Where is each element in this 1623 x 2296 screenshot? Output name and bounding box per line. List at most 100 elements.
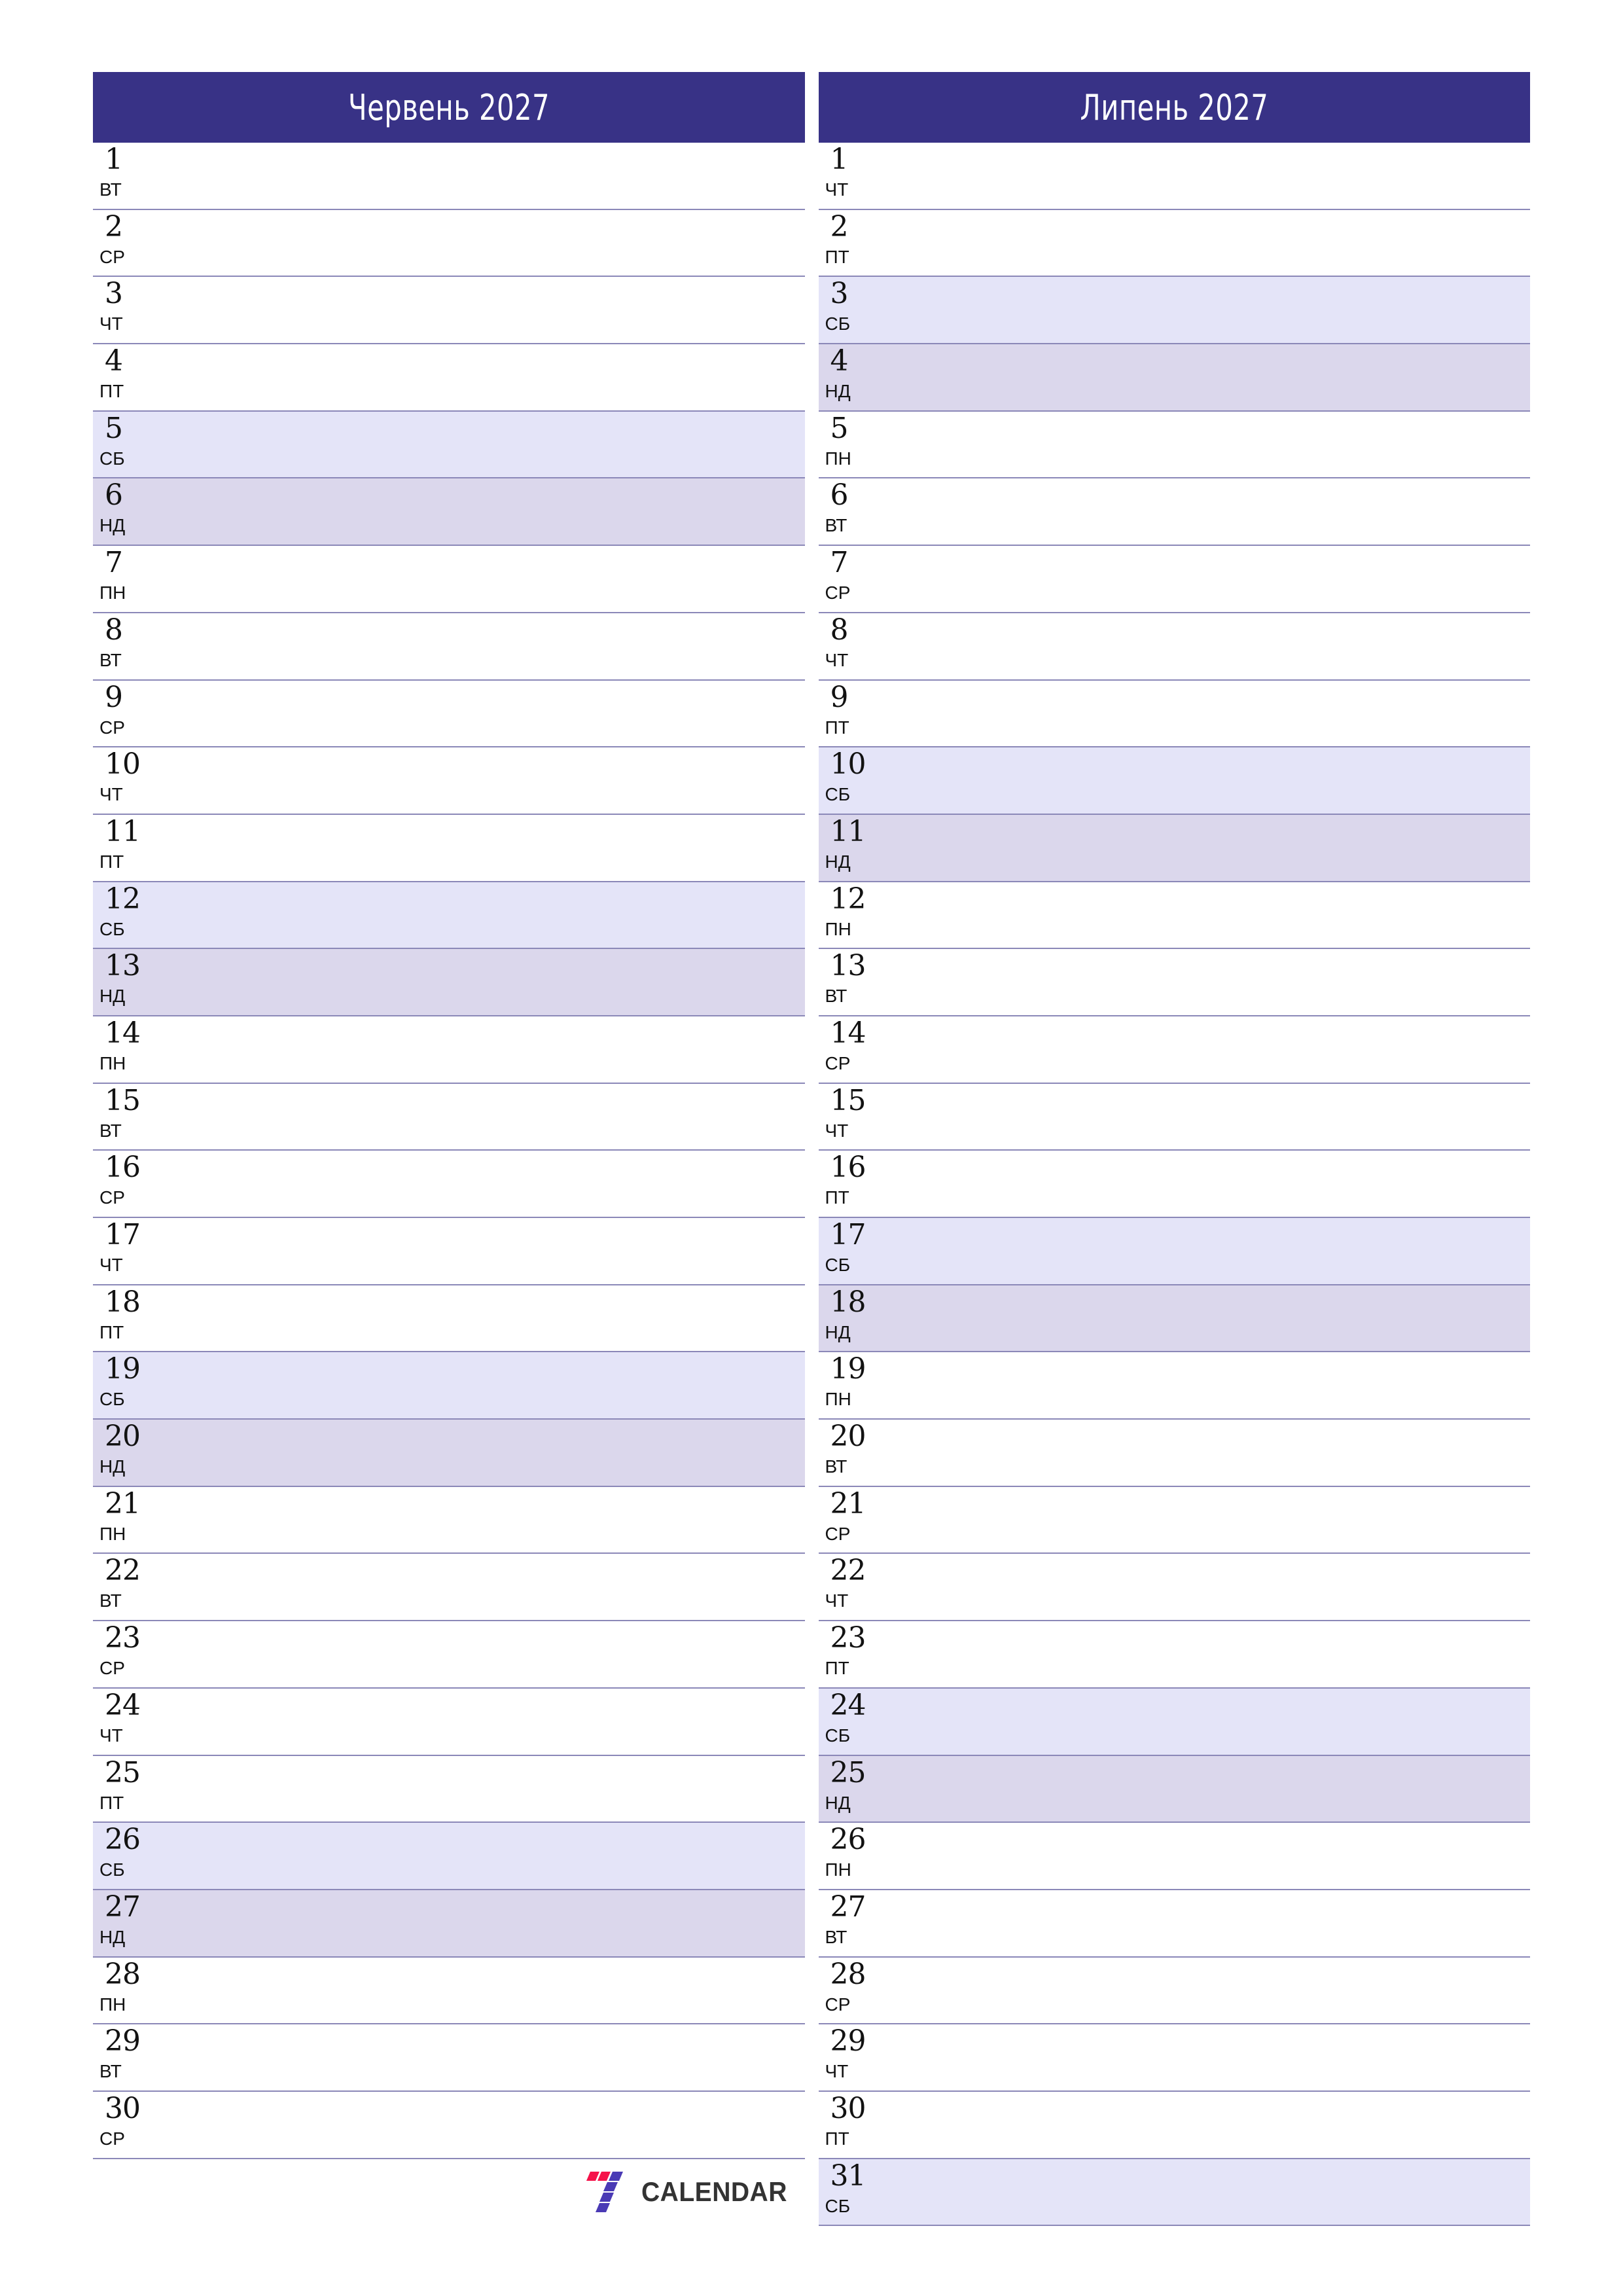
day-row[interactable]: 19 СБ <box>93 1352 805 1420</box>
day-number: 19 <box>105 1352 141 1386</box>
day-row[interactable]: 29 ВТ <box>93 2024 805 2092</box>
day-row[interactable]: 18 НД <box>818 1285 1530 1353</box>
day-row[interactable]: 6 ВТ <box>818 478 1530 547</box>
day-number: 23 <box>830 1621 866 1655</box>
day-row[interactable]: 28 СР <box>818 1957 1530 2025</box>
day-row[interactable]: 16 СР <box>93 1151 805 1218</box>
day-weekday: ЧТ <box>99 314 123 334</box>
day-weekday: СР <box>825 1994 851 2015</box>
day-row[interactable]: 12 ПН <box>818 882 1530 950</box>
day-row[interactable]: 30 СР <box>93 2091 805 2159</box>
day-row[interactable]: 3 ЧТ <box>93 277 805 345</box>
day-weekday: ПТ <box>825 246 849 267</box>
day-number: 25 <box>105 1755 141 1789</box>
day-number: 22 <box>830 1554 866 1588</box>
day-number: 1 <box>105 143 123 176</box>
day-row[interactable]: 1 ВТ <box>93 143 805 210</box>
day-number: 6 <box>830 478 849 512</box>
day-weekday: СБ <box>99 918 125 939</box>
day-weekday: ПТ <box>99 381 124 402</box>
day-number: 17 <box>830 1218 866 1251</box>
day-row[interactable]: 26 ПН <box>818 1823 1530 1890</box>
day-row[interactable]: 10 ЧТ <box>93 747 805 815</box>
day-row[interactable]: 15 ВТ <box>93 1083 805 1151</box>
day-number: 11 <box>830 814 866 848</box>
day-row[interactable]: 27 ВТ <box>818 1890 1530 1958</box>
day-row[interactable]: 24 ЧТ <box>93 1688 805 1756</box>
day-row[interactable]: 9 СР <box>93 680 805 748</box>
day-weekday: НД <box>825 1792 851 1813</box>
day-number: 2 <box>830 209 849 243</box>
day-row[interactable]: 11 НД <box>818 814 1530 882</box>
day-weekday: ВТ <box>99 1590 122 1611</box>
day-row[interactable]: 19 ПН <box>818 1352 1530 1420</box>
day-number: 16 <box>105 1151 141 1185</box>
day-row[interactable]: 14 СР <box>818 1016 1530 1084</box>
day-row[interactable]: 28 ПН <box>93 1957 805 2025</box>
day-row[interactable]: 22 ВТ <box>93 1554 805 1622</box>
day-row[interactable]: 3 СБ <box>818 277 1530 345</box>
day-list-left: 1 ВТ 2 СР 3 ЧТ 4 ПТ 5 СБ 6 НД 7 ПН 8 ВТ 9 СР 10 ЧТ 11 ПТ 12 СБ 1… <box>93 143 805 2159</box>
day-number: 8 <box>830 613 849 647</box>
day-weekday: СР <box>825 1052 851 1073</box>
day-row[interactable]: 11 ПТ <box>93 814 805 882</box>
day-weekday: СР <box>99 1658 125 1679</box>
day-weekday: ВТ <box>99 2061 122 2082</box>
day-row[interactable]: 9 ПТ <box>818 680 1530 748</box>
day-weekday: ПТ <box>99 851 124 872</box>
day-row[interactable]: 5 СБ <box>93 411 805 479</box>
day-number: 14 <box>105 1016 141 1050</box>
day-row[interactable]: 25 ПТ <box>93 1755 805 1823</box>
day-row[interactable]: 2 СР <box>93 209 805 278</box>
month-column-left: Червень 2027 1 ВТ 2 СР 3 ЧТ 4 ПТ 5 СБ 6 НД 7 ПН 8 ВТ 9 СР… <box>93 72 805 2225</box>
day-weekday: ВТ <box>99 649 122 670</box>
day-row[interactable]: 23 СР <box>93 1621 805 1689</box>
day-row[interactable]: 21 ПН <box>93 1486 805 1554</box>
day-row[interactable]: 13 НД <box>93 949 805 1016</box>
day-row[interactable]: 14 ПН <box>93 1016 805 1084</box>
day-row[interactable]: 4 ПТ <box>93 344 805 412</box>
day-weekday: СБ <box>825 1725 851 1746</box>
day-row[interactable]: 23 ПТ <box>818 1621 1530 1689</box>
day-row[interactable]: 12 СБ <box>93 882 805 950</box>
day-row[interactable]: 26 СБ <box>93 1823 805 1890</box>
day-row[interactable]: 4 НД <box>818 344 1530 412</box>
day-row[interactable]: 17 СБ <box>818 1218 1530 1285</box>
day-row[interactable]: 17 ЧТ <box>93 1218 805 1285</box>
day-weekday: ПН <box>825 1389 851 1410</box>
day-number: 31 <box>830 2159 866 2193</box>
day-row[interactable]: 7 ПН <box>93 546 805 613</box>
day-number: 30 <box>830 2091 866 2125</box>
day-weekday: ВТ <box>825 986 847 1007</box>
day-row[interactable]: 27 НД <box>93 1890 805 1958</box>
day-row[interactable]: 6 НД <box>93 478 805 547</box>
day-row[interactable]: 21 СР <box>818 1486 1530 1554</box>
day-row[interactable]: 18 ПТ <box>93 1285 805 1353</box>
day-row[interactable]: 13 ВТ <box>818 949 1530 1016</box>
day-row[interactable]: 25 НД <box>818 1755 1530 1823</box>
day-weekday: ПТ <box>99 1321 124 1342</box>
day-row[interactable]: 7 СР <box>818 546 1530 613</box>
day-row[interactable]: 16 ПТ <box>818 1151 1530 1218</box>
day-row[interactable]: 29 ЧТ <box>818 2024 1530 2092</box>
day-row[interactable]: 5 ПН <box>818 411 1530 479</box>
day-row[interactable]: 20 НД <box>93 1420 805 1487</box>
day-list-right: 1 ЧТ 2 ПТ 3 СБ 4 НД 5 ПН 6 ВТ 7 СР 8 ЧТ 9 ПТ 10 СБ 11 НД 12 ПН 1… <box>818 143 1530 2227</box>
day-number: 21 <box>830 1486 866 1520</box>
day-row[interactable]: 8 ВТ <box>93 613 805 681</box>
day-row[interactable]: 8 ЧТ <box>818 613 1530 681</box>
day-row[interactable]: 20 ВТ <box>818 1420 1530 1487</box>
day-weekday: ВТ <box>99 179 122 200</box>
day-row[interactable]: 24 СБ <box>818 1688 1530 1756</box>
day-row[interactable]: 22 ЧТ <box>818 1554 1530 1622</box>
day-row[interactable]: 15 ЧТ <box>818 1083 1530 1151</box>
day-number: 15 <box>830 1083 866 1117</box>
day-row[interactable]: 31 СБ <box>818 2159 1530 2227</box>
day-weekday: ЧТ <box>825 2061 849 2082</box>
day-row[interactable]: 30 ПТ <box>818 2091 1530 2159</box>
day-row[interactable]: 1 ЧТ <box>818 143 1530 210</box>
day-weekday: ЧТ <box>825 179 849 200</box>
day-number: 27 <box>105 1890 141 1924</box>
day-row[interactable]: 10 СБ <box>818 747 1530 815</box>
day-row[interactable]: 2 ПТ <box>818 209 1530 278</box>
